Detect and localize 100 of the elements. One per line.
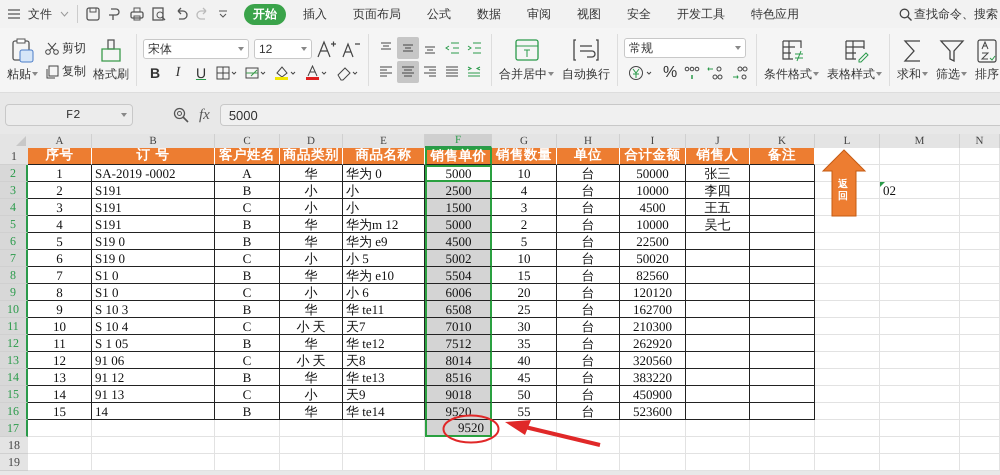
percent-button[interactable]: % bbox=[663, 64, 678, 82]
caret-icon[interactable] bbox=[301, 47, 307, 51]
table-cell bbox=[750, 352, 815, 369]
table-cell bbox=[960, 301, 1000, 318]
eraser-icon[interactable] bbox=[336, 65, 360, 81]
print-icon[interactable] bbox=[130, 7, 144, 21]
caret-icon[interactable] bbox=[961, 72, 968, 76]
sort-button[interactable]: 排序 bbox=[974, 36, 1000, 84]
caret-icon[interactable] bbox=[813, 72, 820, 76]
menu-icon[interactable] bbox=[8, 9, 20, 19]
ribbon-tab[interactable]: 插入 bbox=[294, 4, 336, 24]
row-header[interactable]: 18 bbox=[0, 437, 28, 454]
sort-icon[interactable] bbox=[976, 38, 998, 64]
table-cell bbox=[960, 437, 1000, 454]
table-cell bbox=[492, 454, 557, 471]
outdent-align-icon[interactable] bbox=[444, 41, 460, 55]
column-header[interactable]: L bbox=[815, 134, 880, 148]
cut-button[interactable]: 剪切 bbox=[45, 40, 86, 57]
ribbon-tab[interactable]: 安全 bbox=[618, 4, 660, 24]
row-header[interactable]: 19 bbox=[0, 454, 28, 471]
bold-button[interactable]: B bbox=[147, 65, 163, 81]
table-cell: S 10 4 bbox=[92, 318, 215, 335]
decrease-decimal-icon[interactable] bbox=[732, 65, 750, 81]
format-painter-button[interactable]: 格式刷 bbox=[92, 36, 130, 84]
increase-decimal-icon[interactable] bbox=[707, 65, 726, 81]
column-header[interactable]: N bbox=[960, 134, 1000, 148]
font-color-icon[interactable] bbox=[305, 65, 329, 81]
center-align-button[interactable] bbox=[397, 61, 419, 83]
table-cell bbox=[686, 267, 750, 284]
clipboard-icon[interactable] bbox=[10, 38, 34, 64]
caret-icon[interactable] bbox=[922, 72, 928, 76]
zoom-icon[interactable] bbox=[173, 107, 189, 123]
ribbon-tab[interactable]: 公式 bbox=[418, 4, 460, 24]
copy-icon[interactable] bbox=[45, 64, 59, 78]
font-select[interactable]: 宋体 bbox=[143, 39, 249, 59]
save-icon[interactable] bbox=[86, 7, 100, 21]
table-cell bbox=[215, 437, 280, 454]
caret-icon[interactable] bbox=[60, 11, 69, 17]
file-menu[interactable]: 文件 bbox=[28, 6, 52, 22]
brush-icon[interactable] bbox=[99, 38, 123, 64]
ribbon-tab[interactable]: 特色应用 bbox=[742, 4, 808, 24]
borders-icon[interactable] bbox=[216, 66, 238, 80]
filter-icon[interactable] bbox=[938, 38, 965, 64]
table-style-button[interactable]: 表格样式 bbox=[826, 36, 884, 84]
table-cell: 小 bbox=[280, 386, 343, 403]
table-cell: 9520 bbox=[425, 420, 492, 437]
underline-button[interactable]: U bbox=[193, 65, 209, 81]
number-format-select[interactable]: 常规 bbox=[624, 38, 746, 58]
caret-icon[interactable] bbox=[32, 72, 38, 76]
right-align-icon[interactable] bbox=[422, 65, 438, 79]
name-box[interactable]: F2 bbox=[5, 104, 133, 126]
caret-icon[interactable] bbox=[121, 113, 127, 117]
search-icon[interactable] bbox=[899, 8, 912, 20]
shrink-font-icon[interactable] bbox=[342, 40, 362, 58]
table-cell bbox=[750, 369, 815, 386]
formula-field[interactable]: 5000 bbox=[220, 104, 1000, 126]
search-command[interactable]: 查找命令、搜索 bbox=[914, 6, 1000, 22]
ribbon-tab[interactable]: 页面布局 bbox=[344, 4, 410, 24]
font-size-select[interactable]: 12 bbox=[254, 39, 312, 59]
thousands-separator-icon[interactable] bbox=[684, 65, 700, 81]
conditional-format-button[interactable]: 条件格式 bbox=[763, 36, 820, 84]
copy-button[interactable]: 复制 bbox=[45, 63, 86, 80]
caret-icon[interactable] bbox=[876, 72, 882, 76]
ribbon-tab[interactable]: 视图 bbox=[568, 4, 610, 24]
merge-center-button[interactable]: 合并居中 bbox=[498, 36, 555, 84]
wrap-text-button[interactable]: 自动换行 bbox=[561, 36, 611, 84]
column-header[interactable]: M bbox=[880, 134, 960, 148]
table-cell: C bbox=[215, 284, 280, 301]
function-button[interactable]: fx bbox=[199, 106, 210, 124]
ribbon-tab[interactable]: 开发工具 bbox=[668, 4, 734, 24]
indent-align-icon[interactable] bbox=[466, 41, 482, 55]
table-cell: B bbox=[215, 301, 280, 318]
italic-button[interactable]: I bbox=[170, 65, 186, 81]
table-cell: 12 bbox=[28, 352, 92, 369]
row-header[interactable]: 1 bbox=[0, 148, 28, 165]
filter-button[interactable]: 筛选 bbox=[935, 36, 968, 84]
wrap-text-icon[interactable] bbox=[571, 38, 601, 64]
grow-font-icon[interactable] bbox=[317, 40, 337, 58]
caret-icon[interactable] bbox=[238, 47, 244, 51]
ribbon-tab[interactable]: 审阅 bbox=[518, 4, 560, 24]
table-cell bbox=[960, 318, 1000, 335]
caret-icon[interactable] bbox=[735, 46, 741, 50]
paste-button[interactable]: 粘贴 bbox=[6, 36, 39, 84]
table-cell bbox=[686, 352, 750, 369]
justify-align-icon[interactable] bbox=[444, 65, 460, 79]
left-align-icon[interactable] bbox=[378, 65, 394, 79]
sum-button[interactable]: 求和 bbox=[896, 36, 930, 84]
table-cell: 小 bbox=[280, 250, 343, 267]
print-preview-icon[interactable] bbox=[152, 7, 166, 21]
cell-style-icon[interactable] bbox=[245, 66, 267, 80]
center-align-icon[interactable] bbox=[400, 65, 416, 79]
ribbon-tab[interactable]: 数据 bbox=[468, 4, 510, 24]
table-cell bbox=[815, 420, 880, 437]
fill-color-icon[interactable] bbox=[274, 65, 298, 81]
scissors-icon[interactable] bbox=[45, 42, 59, 56]
middle-align-button[interactable] bbox=[397, 37, 419, 59]
more-icon[interactable] bbox=[218, 9, 228, 19]
export-icon[interactable] bbox=[108, 7, 122, 21]
distribute-align-icon[interactable] bbox=[466, 65, 482, 79]
caret-icon[interactable] bbox=[548, 72, 554, 76]
